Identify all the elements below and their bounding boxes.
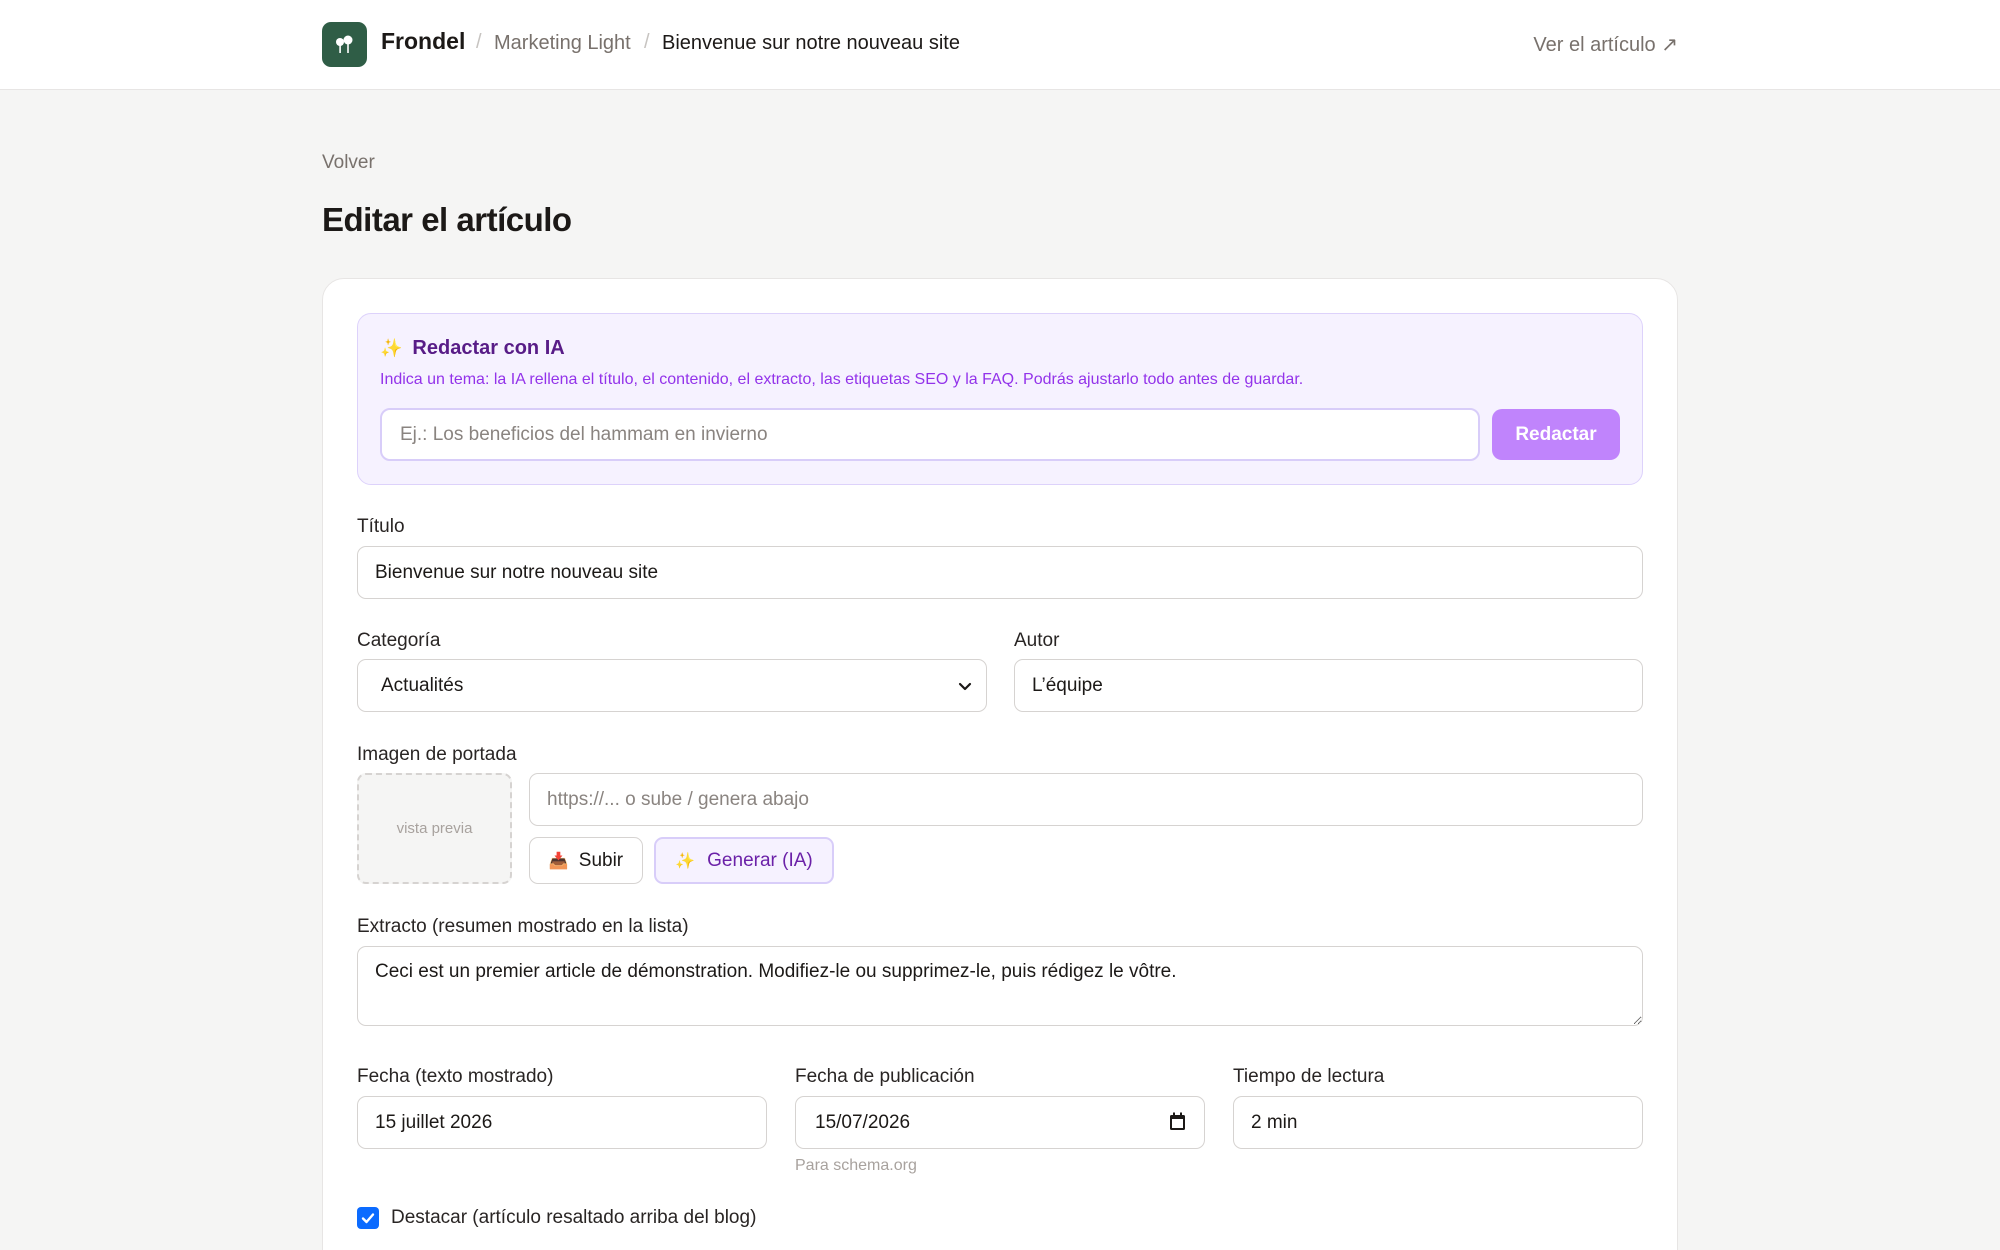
brand-logo-icon[interactable] <box>322 22 367 67</box>
calendar-icon[interactable] <box>1169 1112 1186 1131</box>
back-link[interactable]: Volver <box>322 152 375 174</box>
upload-button-label: Subir <box>578 849 624 871</box>
generate-image-button-label: Generar (IA) <box>707 849 813 871</box>
publish-date-input[interactable]: 15/07/2026 <box>795 1096 1205 1149</box>
title-label: Título <box>357 516 405 537</box>
sparkle-icon: ✨ <box>675 852 696 870</box>
category-selected-value: Actualités <box>381 675 464 696</box>
publish-date-label: Fecha de publicación <box>795 1066 975 1087</box>
view-article-link[interactable]: Ver el artículo ↗ <box>1533 32 1678 57</box>
cover-image-preview: vista previa <box>357 773 512 884</box>
featured-label[interactable]: Destacar (artículo resaltado arriba del … <box>391 1207 756 1229</box>
category-select[interactable]: Actualités <box>357 659 987 712</box>
top-bar: Frondel / Marketing Light / Bienvenue su… <box>0 0 2000 90</box>
publish-date-value: 15/07/2026 <box>815 1112 911 1133</box>
chevron-down-icon <box>958 682 972 691</box>
excerpt-textarea[interactable]: Ceci est un premier article de démonstra… <box>357 946 1643 1026</box>
cover-url-input[interactable] <box>529 773 1643 826</box>
date-text-label: Fecha (texto mostrado) <box>357 1066 554 1087</box>
upload-button[interactable]: 📥 Subir <box>529 837 643 884</box>
category-label: Categoría <box>357 630 441 651</box>
reading-time-label: Tiempo de lectura <box>1233 1066 1385 1087</box>
author-label: Autor <box>1014 630 1060 651</box>
ai-write-button[interactable]: Redactar <box>1492 409 1620 460</box>
sparkle-icon: ✨ <box>380 338 403 358</box>
publish-date-hint: Para schema.org <box>795 1157 917 1174</box>
brand-name[interactable]: Frondel <box>381 28 465 55</box>
upload-icon: 📥 <box>548 852 569 870</box>
tree-icon <box>335 35 352 53</box>
excerpt-label: Extracto (resumen mostrado en la lista) <box>357 916 689 937</box>
ai-writer-title-text: Redactar con IA <box>412 337 565 359</box>
featured-checkbox[interactable] <box>357 1207 379 1229</box>
title-input[interactable] <box>357 546 1643 599</box>
cover-image-label: Imagen de portada <box>357 744 517 765</box>
reading-time-input[interactable] <box>1233 1096 1643 1149</box>
ai-topic-input[interactable] <box>380 408 1480 461</box>
breadcrumb-site[interactable]: Marketing Light <box>494 32 631 55</box>
generate-image-button[interactable]: ✨ Generar (IA) <box>654 837 834 884</box>
author-input[interactable] <box>1014 659 1643 712</box>
breadcrumb-separator: / <box>476 31 482 53</box>
page-title: Editar el artículo <box>322 201 572 238</box>
breadcrumb-separator: / <box>644 31 650 53</box>
ai-writer-description: Indica un tema: la IA rellena el título,… <box>380 371 1304 388</box>
breadcrumb-current: Bienvenue sur notre nouveau site <box>662 32 960 54</box>
ai-writer-title: ✨ Redactar con IA <box>380 337 565 360</box>
date-text-input[interactable] <box>357 1096 767 1149</box>
check-icon <box>361 1213 375 1224</box>
